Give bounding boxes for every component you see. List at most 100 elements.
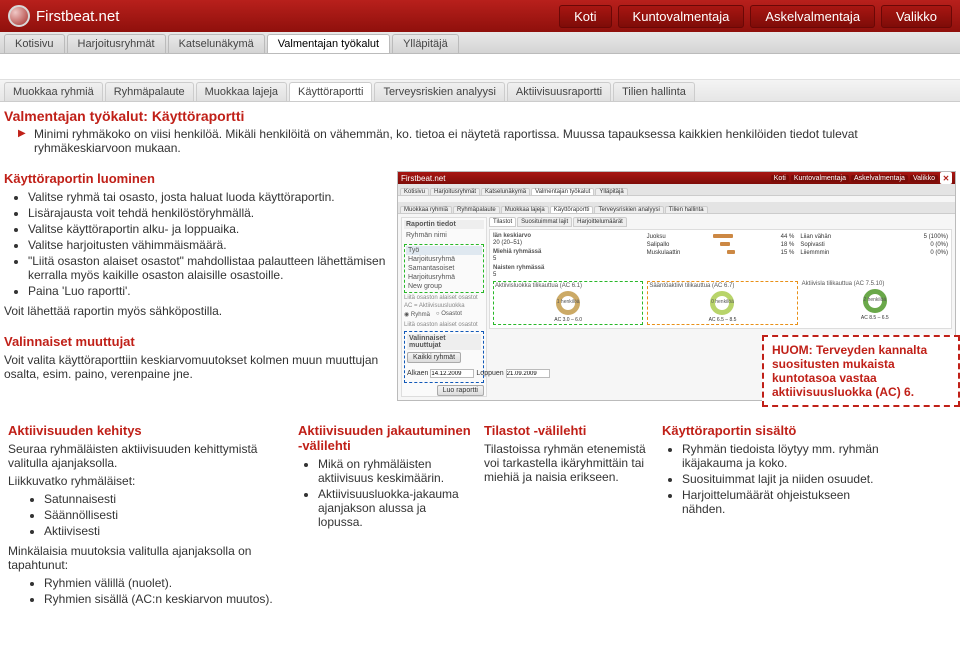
mini-tab[interactable]: Käyttöraportti (550, 206, 594, 213)
mini-range: AC 8.5 – 6.5 (802, 315, 948, 321)
mini-main-tab[interactable]: Tilastot (489, 217, 516, 227)
bcol2-list: Mikä on ryhmäläisten aktiivisuus keskimä… (298, 457, 472, 529)
creation-heading: Käyttöraportin luominen (4, 171, 389, 186)
mini-side-item[interactable]: Harjoitusryhmä (406, 273, 482, 282)
mini-side-item[interactable]: Harjoitusryhmä (406, 255, 482, 264)
nav-askelvalmentaja[interactable]: Askelvalmentaja (750, 5, 875, 28)
list-item: Ryhmien välillä (nuolet). (44, 576, 286, 590)
mini-sidebar: Raportin tiedot Ryhmän nimi Työ Harjoitu… (401, 217, 487, 397)
list-item: Suosituimmat lajit ja niiden osuudet. (682, 472, 882, 486)
subtab-muokkaa-lajeja[interactable]: Muokkaa lajeja (196, 82, 287, 101)
logo-text: Firstbeat.net (36, 8, 119, 25)
mini-side-item[interactable]: New group (406, 282, 482, 291)
mini-radio-group: ◉ Ryhmä ○ Osastot (404, 311, 484, 318)
mini-nav-item[interactable]: Valikko (910, 175, 938, 182)
mini-cell: Sopivasti (800, 242, 824, 248)
list-item: Mikä on ryhmäläisten aktiivisuus keskimä… (318, 457, 472, 485)
mini-act-label: Sääntöaktiivi tilikauttua (AC 6.7) (649, 283, 795, 289)
bcol4-list: Ryhmän tiedoista löytyy mm. ryhmän ikäja… (662, 442, 882, 516)
list-item: Säännöllisesti (44, 508, 286, 522)
mini-side-item[interactable]: Samantasoiset (406, 264, 482, 273)
mini-tab[interactable]: Katselunäkymä (481, 188, 530, 195)
creation-block: Käyttöraportin luominen Valitse ryhmä ta… (4, 171, 389, 318)
mini-side-item[interactable]: Työ (406, 246, 482, 255)
close-icon[interactable]: ✕ (940, 172, 952, 184)
title-block: Valmentajan työkalut: Käyttöraportti Min… (0, 102, 960, 163)
list-item: Ryhmien sisällä (AC:n keskiarvon muutos)… (44, 592, 286, 606)
mini-logo: Firstbeat.net (401, 174, 445, 183)
tab-kotisivu[interactable]: Kotisivu (4, 34, 65, 53)
logo-icon (8, 5, 30, 27)
mini-stat-label: Miehiä ryhmässä (493, 249, 641, 255)
subtab-terveysriskien-analyysi[interactable]: Terveysriskien analyysi (374, 82, 504, 101)
mini-tab[interactable]: Muokkaa lajeja (501, 206, 549, 213)
mini-tabs1: Kotisivu Harjoitusryhmät Katselunäkymä V… (398, 184, 955, 196)
creation-item: Valitse käyttöraportin alku- ja loppuaik… (28, 222, 389, 236)
mini-cell: 0 (0%) (930, 250, 948, 256)
list-item: Ryhmän tiedoista löytyy mm. ryhmän ikäja… (682, 442, 882, 470)
mini-date-start[interactable] (430, 369, 474, 378)
mini-tabs2: Muokkaa ryhmiä Ryhmäpalaute Muokkaa laje… (398, 202, 955, 214)
mini-tab[interactable]: Ryhmäpalaute (453, 206, 500, 213)
mini-tab[interactable]: Ylläpitäjä (595, 188, 627, 195)
mini-cell: 15 % (781, 250, 795, 256)
tab-valmentajan-tyokalut[interactable]: Valmentajan työkalut (267, 34, 390, 53)
subtab-tilien-hallinta[interactable]: Tilien hallinta (613, 82, 695, 101)
list-item: Aktiivisuusluokka-jakauma ajanjakson alu… (318, 487, 472, 529)
mini-radio[interactable]: Osastot (441, 311, 462, 317)
mini-var-btn[interactable]: Kaikki ryhmät (407, 352, 461, 363)
mini-act-label: Aktiivisluokka tilikauttua (AC 6.1) (495, 283, 641, 289)
tab-yllapitaja[interactable]: Ylläpitäjä (392, 34, 459, 53)
variables-heading: Valinnaiset muuttujat (4, 334, 389, 349)
mini-radio[interactable]: Ryhmä (411, 312, 430, 318)
mini-nav-item[interactable]: Kuntovalmentaja (791, 175, 849, 182)
bottom-col-jakautuminen: Aktiivisuuden jakautuminen -välilehti Mi… (298, 423, 472, 612)
list-item: Harjoittelumäärät ohjeistukseen nähden. (682, 488, 882, 516)
creation-item: Valitse harjoitusten vähimmäismäärä. (28, 238, 389, 252)
mini-var-head: Valinnaiset muuttujat (407, 334, 481, 350)
donut-icon (556, 291, 580, 315)
mini-stat-label: Iän keskiarvo (493, 233, 641, 239)
variables-block: Valinnaiset muuttujat Voit valita käyttö… (4, 334, 389, 381)
nav-kuntovalmentaja[interactable]: Kuntovalmentaja (618, 5, 745, 28)
subtab-kayttoraportti[interactable]: Käyttöraportti (289, 82, 372, 101)
subtab-muokkaa-ryhmia[interactable]: Muokkaa ryhmiä (4, 82, 103, 101)
bcol4-heading: Käyttöraportin sisältö (662, 423, 882, 438)
subtab-ryhmapalaute[interactable]: Ryhmäpalaute (105, 82, 194, 101)
list-item: Satunnaisesti (44, 492, 286, 506)
donut-icon (710, 291, 734, 315)
bcol3-heading: Tilastot -välilehti (484, 423, 650, 438)
tabs-sub: Muokkaa ryhmiä Ryhmäpalaute Muokkaa laje… (0, 80, 960, 102)
mini-tab[interactable]: Kotisivu (400, 188, 429, 195)
creation-tail: Voit lähettää raportin myös sähköpostill… (4, 304, 389, 318)
mini-create-report-button[interactable]: Luo raportti (437, 385, 484, 396)
mini-tab[interactable]: Harjoitusryhmät (430, 188, 480, 195)
mini-tab[interactable]: Valmentajan työkalut (531, 188, 594, 195)
mini-cell: 18 % (781, 242, 795, 248)
nav-koti[interactable]: Koti (559, 5, 611, 28)
mini-tab[interactable]: Muokkaa ryhmiä (400, 206, 452, 213)
mini-stat-label: Naisten ryhmässä (493, 265, 641, 271)
mini-act-label: Aktiivisla tilikauttua (AC 7.5.10) (802, 281, 948, 287)
mini-label: Alkaen (407, 370, 428, 377)
mini-main-tab[interactable]: Harjoittelumäärät (573, 217, 627, 227)
subtab-aktiivisuusraportti[interactable]: Aktiivisuusraportti (507, 82, 611, 101)
tab-harjoitusryhmat[interactable]: Harjoitusryhmät (67, 34, 166, 53)
mini-cell: Liiemmmin (800, 250, 829, 256)
mini-tab[interactable]: Tilien hallinta (665, 206, 708, 213)
bcol2-heading: Aktiivisuuden jakautuminen -välilehti (298, 423, 472, 453)
tab-katselunakyma[interactable]: Katselunäkymä (168, 34, 265, 53)
mini-side-head: Raportin tiedot (404, 220, 484, 229)
mini-harj-table: Liian vähän5 (100%) Sopivasti0 (0%) Liie… (800, 233, 948, 278)
logo-area: Firstbeat.net (8, 5, 119, 27)
mini-tab[interactable]: Terveysriskien analyysi (594, 206, 663, 213)
mini-nav-item[interactable]: Koti (771, 175, 789, 182)
mini-stat-value: 5 (493, 272, 641, 278)
mini-cell: Muskulaattin (647, 250, 681, 256)
mini-range: AC 6.5 – 8.5 (649, 317, 795, 323)
mini-nav-item[interactable]: Askelvalmentaja (851, 175, 908, 182)
huom-text: HUOM: Terveyden kannalta suositusten muk… (772, 343, 927, 399)
bottom-col-sisalto: Käyttöraportin sisältö Ryhmän tiedoista … (662, 423, 882, 612)
mini-main-tab[interactable]: Suosituimmat lajit (517, 217, 572, 227)
nav-valikko[interactable]: Valikko (881, 5, 952, 28)
